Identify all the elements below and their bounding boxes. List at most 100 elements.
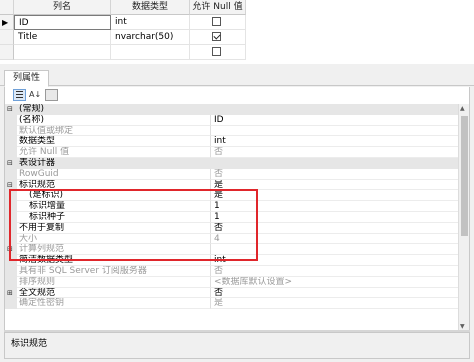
property-row[interactable]: 允许 Null 值否 (5, 147, 459, 158)
primary-key-row-icon: ▶ (2, 18, 9, 27)
col-header-name[interactable]: 列名 (14, 0, 111, 15)
property-name: 排序规则 (17, 276, 211, 288)
allow-null-cell[interactable] (190, 30, 246, 45)
allow-null-cell[interactable] (190, 15, 246, 30)
property-name: 确定性密钥 (17, 298, 211, 310)
property-name: 计算列规范 (17, 244, 211, 256)
property-name: (是标识) (17, 190, 211, 202)
property-value[interactable]: ID (211, 115, 459, 126)
property-value[interactable]: 是 (211, 298, 459, 310)
property-value (211, 158, 459, 169)
property-gutter (5, 233, 17, 245)
property-value[interactable]: 是 (211, 180, 459, 191)
col-header-allow-null[interactable]: 允许 Null 值 (190, 0, 246, 15)
property-value[interactable]: 4 (211, 234, 459, 245)
scroll-down-icon[interactable]: ▼ (460, 323, 465, 330)
property-name: 标识规范 (17, 179, 211, 191)
property-value[interactable]: <数据库默认设置> (211, 277, 459, 288)
property-grid-scrollbar[interactable]: ▲ ▼ (458, 104, 469, 331)
property-name: 允许 Null 值 (17, 147, 211, 158)
property-row[interactable]: 不用于复制否 (5, 222, 459, 234)
property-value[interactable]: 否 (211, 147, 459, 158)
collapse-icon[interactable]: ⊟ (7, 105, 13, 113)
properties-tabbar: 列属性 (0, 64, 474, 87)
property-row[interactable]: RowGuid 否 (5, 168, 459, 180)
property-name: 具有非 SQL Server 订阅服务器 (17, 266, 211, 277)
allow-null-cell[interactable] (190, 45, 246, 60)
properties-toolbar: A↓ (4, 87, 470, 104)
property-row[interactable]: 默认值或绑定 (5, 125, 459, 137)
property-name: 默认值或绑定 (17, 125, 211, 137)
property-category[interactable]: ⊟ 表设计器 (5, 158, 459, 169)
property-category[interactable]: ⊟ (常规) (5, 104, 459, 115)
column-name-cell[interactable]: ID (14, 15, 111, 30)
property-gutter (5, 222, 17, 234)
property-row[interactable]: 具有非 SQL Server 订阅服务器否 (5, 266, 459, 277)
column-name-cell[interactable]: Title (14, 30, 111, 45)
property-row[interactable]: 确定性密钥是 (5, 298, 459, 310)
row-selector-3[interactable] (0, 45, 14, 60)
expand-icon[interactable]: ⊞ (7, 245, 13, 253)
scroll-up-icon[interactable]: ▲ (460, 105, 465, 112)
property-gutter (5, 266, 17, 277)
property-row[interactable]: ⊞ 全文规范否 (5, 287, 459, 299)
collapse-icon[interactable]: ⊟ (7, 159, 13, 167)
property-value[interactable]: 否 (211, 266, 459, 277)
property-row[interactable]: 标识增量 1 (5, 201, 459, 212)
property-name: RowGuid (17, 168, 211, 180)
property-value[interactable] (211, 244, 459, 256)
property-value[interactable]: 1 (211, 201, 459, 212)
property-value[interactable]: 是 (211, 190, 459, 202)
property-pages-icon[interactable] (45, 89, 58, 101)
property-name: 标识种子 (17, 212, 211, 223)
property-value[interactable]: 否 (211, 223, 459, 234)
property-value[interactable] (211, 126, 459, 137)
property-row[interactable]: 数据类型 int (5, 136, 459, 148)
col-header-type[interactable]: 数据类型 (111, 0, 190, 15)
property-name: 不用于复制 (17, 222, 211, 234)
property-gutter: ⊟ (5, 158, 17, 169)
property-value (211, 104, 459, 115)
allow-null-checkbox[interactable] (212, 17, 221, 26)
property-value[interactable]: 否 (211, 288, 459, 299)
scroll-thumb[interactable] (461, 116, 468, 236)
property-name: 标识增量 (17, 201, 211, 212)
allow-null-checkbox[interactable] (212, 47, 221, 56)
column-name-cell[interactable] (14, 45, 111, 60)
property-name: (名称) (17, 114, 211, 126)
column-type-cell[interactable] (111, 45, 190, 60)
collapse-icon[interactable]: ⊟ (7, 181, 13, 189)
property-gutter: ⊞ (5, 244, 17, 256)
property-name: 大小 (17, 233, 211, 245)
property-value[interactable]: int (211, 136, 459, 148)
allow-null-checkbox[interactable] (212, 32, 221, 41)
property-name: (常规) (17, 104, 211, 115)
property-gutter (5, 255, 17, 266)
row-selector-2[interactable] (0, 30, 14, 45)
property-row[interactable]: 排序规则 <数据库默认设置> (5, 276, 459, 288)
column-type-cell[interactable]: int (111, 15, 190, 30)
property-gutter: ⊞ (5, 287, 17, 299)
property-gutter (5, 168, 17, 180)
property-grid: 确定性密钥是 ⊞ 全文规范否排序规则 <数据库默认设置> 具有非 SQL Server … (4, 104, 470, 332)
property-name: 数据类型 (17, 136, 211, 148)
property-row[interactable]: 大小 4 (5, 233, 459, 245)
property-row[interactable]: 简洁数据类型 int (5, 255, 459, 266)
property-name: 全文规范 (17, 287, 211, 299)
property-row[interactable]: (名称) ID (5, 114, 459, 126)
column-type-cell[interactable]: nvarchar(50) (111, 30, 190, 45)
property-value[interactable]: 否 (211, 169, 459, 180)
property-gutter (5, 212, 17, 223)
property-row[interactable]: (是标识) 是 (5, 190, 459, 202)
categorized-icon[interactable] (13, 89, 26, 101)
property-name: 简洁数据类型 (17, 255, 211, 266)
tab-column-properties[interactable]: 列属性 (4, 70, 50, 87)
property-gutter (5, 201, 17, 212)
property-row[interactable]: 标识种子 1 (5, 212, 459, 223)
expand-icon[interactable]: ⊞ (7, 289, 13, 297)
property-row[interactable]: ⊟ 标识规范是 (5, 179, 459, 191)
property-row[interactable]: ⊞ 计算列规范 (5, 244, 459, 256)
alphabetical-icon[interactable]: A↓ (29, 89, 42, 101)
property-value[interactable]: int (211, 255, 459, 266)
property-value[interactable]: 1 (211, 212, 459, 223)
